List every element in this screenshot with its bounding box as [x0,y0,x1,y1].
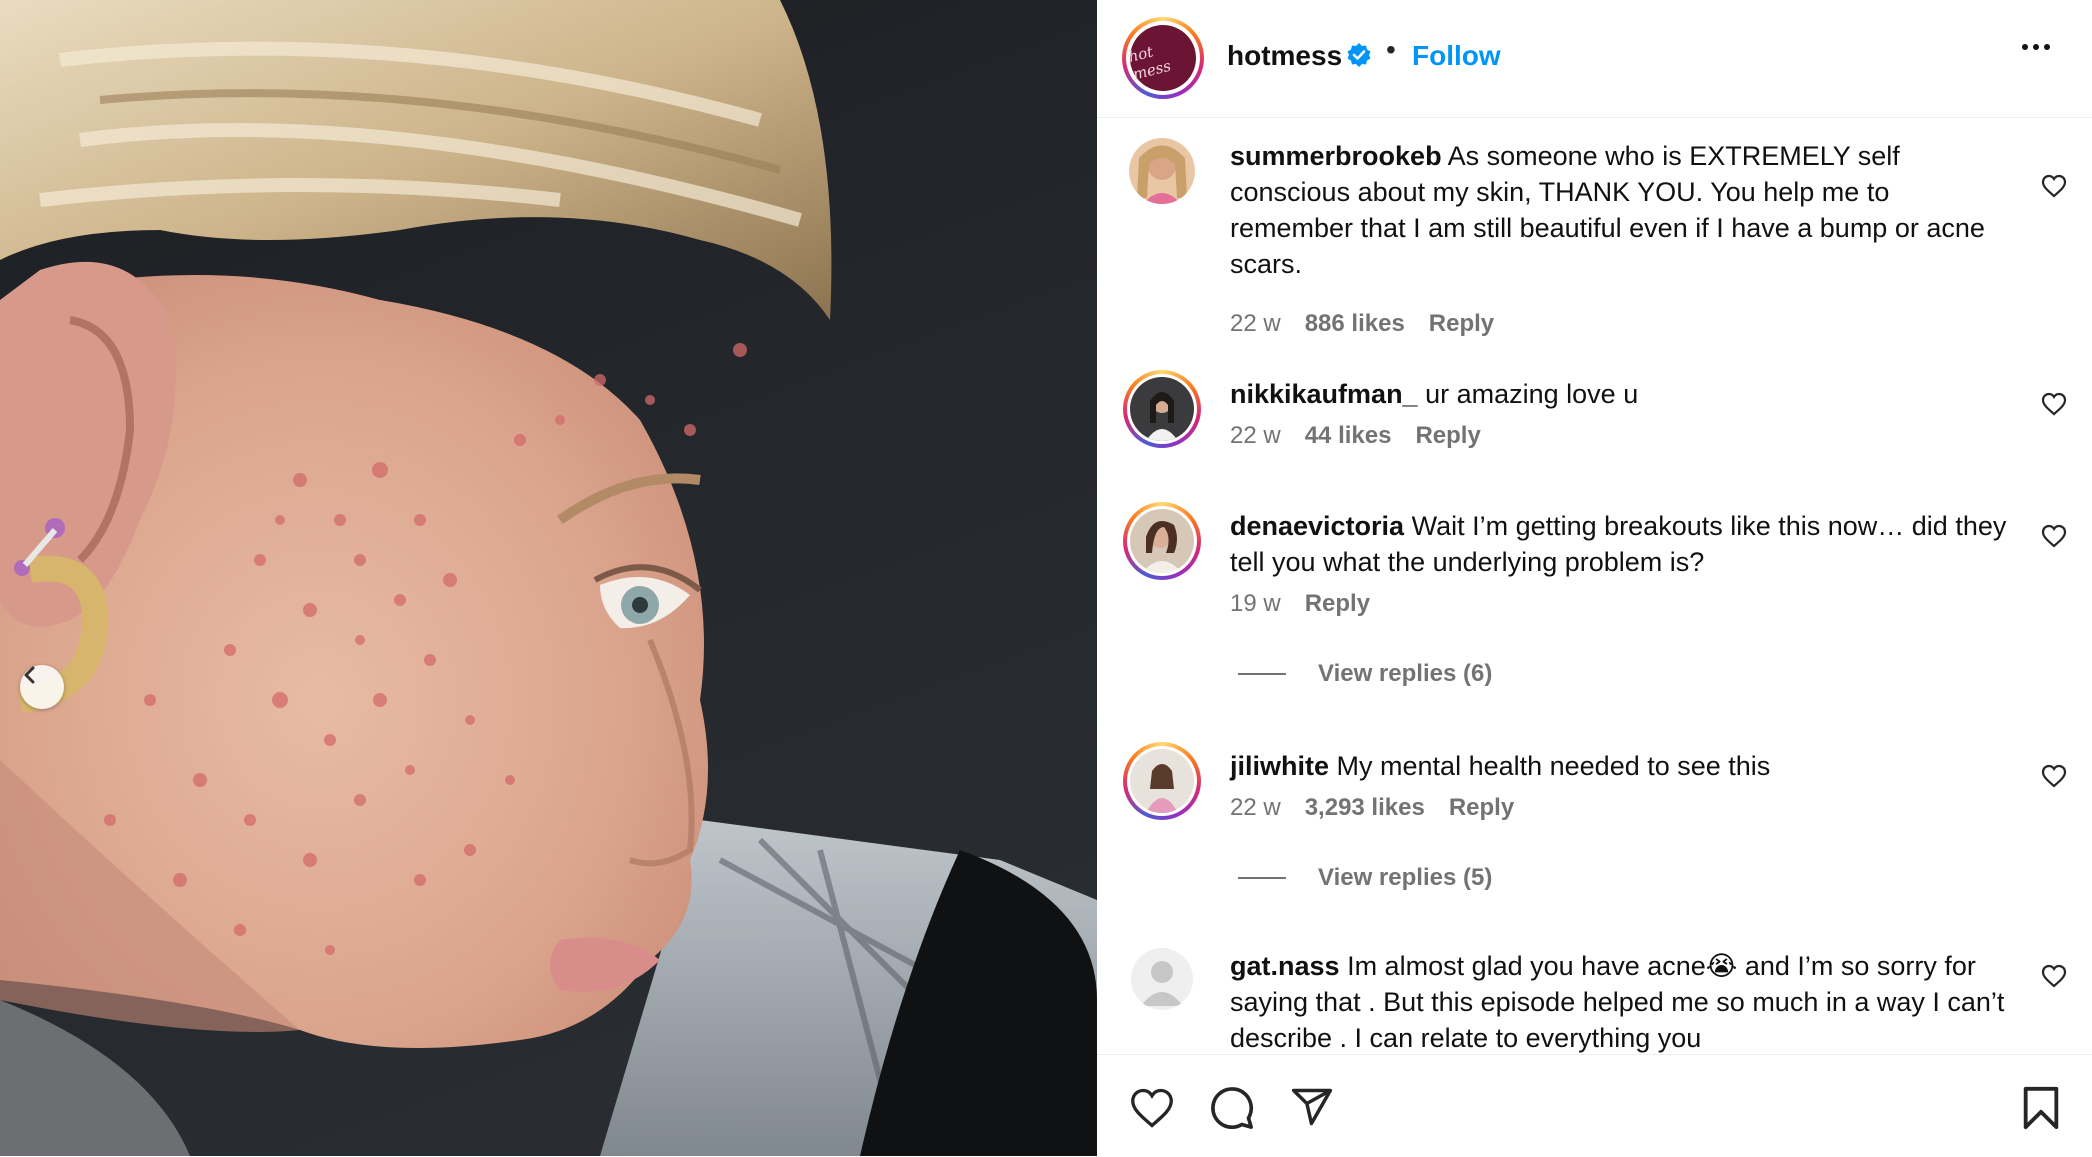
default-avatar-icon [1131,948,1193,1010]
comment-likes[interactable]: 886 likes [1305,310,1405,338]
like-icon[interactable] [1129,1087,1175,1129]
reply-button[interactable]: Reply [1429,310,1494,338]
commenter-avatar[interactable] [1123,742,1201,820]
reply-button[interactable]: Reply [1305,590,1370,618]
comment-username[interactable]: gat.nass [1230,951,1340,981]
account-avatar[interactable]: hot mess [1122,17,1204,99]
post-sidebar: hot mess hotmess • Follow summerbrookeb … [1097,0,2092,1156]
heart-icon[interactable] [2041,524,2067,548]
comment-age[interactable]: 22 w [1230,794,1281,822]
view-replies-button[interactable]: View replies (6) [1238,660,1492,688]
crying-emoji: 😭 [1705,951,1738,981]
share-icon[interactable] [1289,1085,1335,1129]
view-replies-label: View replies (6) [1318,660,1493,687]
heart-icon[interactable] [2041,392,2067,416]
comment-text: My mental health needed to see this [1336,751,1771,781]
comment-text: ur amazing love u [1425,379,1639,409]
commenter-avatar[interactable] [1123,502,1201,580]
save-icon[interactable] [2021,1085,2061,1131]
comment-text: Im almost glad you have acne [1347,951,1706,981]
heart-icon[interactable] [2041,964,2067,988]
account-username[interactable]: hotmess [1227,40,1342,72]
commenter-avatar-default[interactable] [1131,948,1193,1010]
selfie-image [0,0,1097,1156]
comment-icon[interactable] [1209,1085,1255,1131]
comment-username[interactable]: nikkikaufman_ [1230,379,1418,409]
comment-likes[interactable]: 3,293 likes [1305,794,1425,822]
verified-badge-icon [1347,43,1371,67]
chevron-left-icon [24,666,35,684]
previous-photo-button[interactable] [20,665,64,709]
heart-icon[interactable] [2041,764,2067,788]
follow-button[interactable]: Follow [1412,40,1501,72]
heart-icon[interactable] [2041,174,2067,198]
post-header: hot mess hotmess • Follow [1097,0,2092,118]
comment-likes[interactable]: 44 likes [1305,422,1392,450]
comments-list[interactable]: summerbrookeb As someone who is EXTREMEL… [1097,118,2092,1054]
commenter-avatar[interactable] [1129,138,1195,204]
post-photo [0,0,1097,1156]
comment-username[interactable]: jiliwhite [1230,751,1329,781]
separator-dot: • [1386,34,1396,65]
comment-username[interactable]: summerbrookeb [1230,141,1442,171]
comment-age[interactable]: 22 w [1230,310,1281,338]
reply-button[interactable]: Reply [1449,794,1514,822]
commenter-avatar[interactable] [1123,370,1201,448]
post-action-bar [1097,1054,2092,1157]
more-options-icon[interactable] [2022,44,2050,50]
comment-age[interactable]: 22 w [1230,422,1281,450]
view-replies-button[interactable]: View replies (5) [1238,864,1492,892]
view-replies-label: View replies (5) [1318,864,1493,891]
comment-age[interactable]: 19 w [1230,590,1281,618]
hotmess-logo: hot mess [1122,17,1204,99]
reply-button[interactable]: Reply [1415,422,1480,450]
comment-username[interactable]: denaevictoria [1230,511,1404,541]
